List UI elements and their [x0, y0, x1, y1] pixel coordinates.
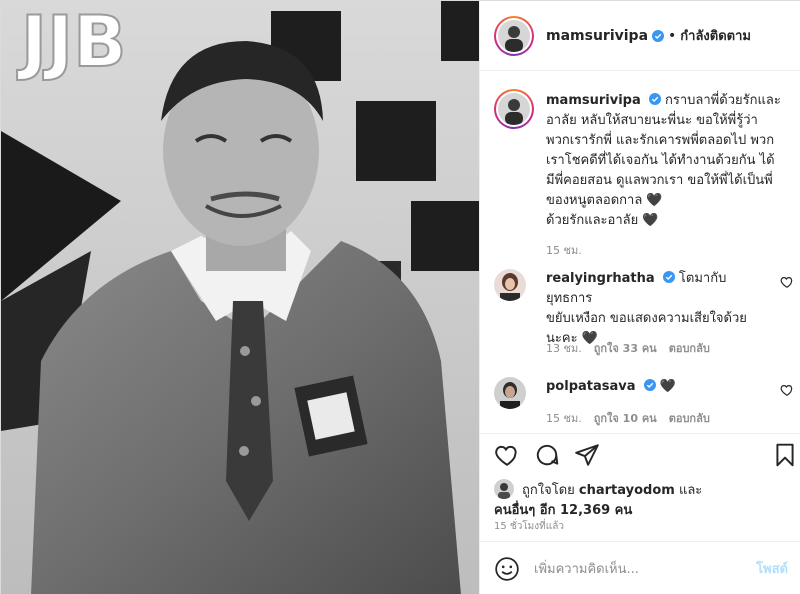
post-side-panel: mamsurivipa • กำลังติดตาม mamsurivipa กร… [479, 1, 800, 594]
likes-summary: ถูกใจโดย chartayodom และ คนอื่นๆ อีก 12,… [494, 477, 794, 520]
emoji-icon[interactable] [494, 556, 520, 582]
commenter-avatar[interactable] [494, 269, 526, 301]
comment-meta: 15 ชม. ถูกใจ 10 คน ตอบกลับ [546, 409, 710, 427]
comment-time: 13 ชม. [546, 342, 582, 355]
post-actions-bar [480, 433, 800, 477]
caption-text: mamsurivipa กราบลาพี่ด้วยรักและ อาลัย หล… [546, 91, 800, 261]
reply-button[interactable]: ตอบกลับ [669, 409, 710, 427]
bookmark-icon[interactable] [772, 442, 798, 468]
verified-badge-icon [652, 29, 665, 42]
comment-line: 🖤 [659, 379, 676, 394]
svg-text:JJB: JJB [17, 1, 126, 83]
comment-likes-count[interactable]: ถูกใจ 10 คน [594, 409, 657, 427]
comment-text: polpatasava 🖤 [546, 377, 772, 397]
caption-line: มีพี่คอยสอน ดูแลพวกเรา ขอให้พี่ได้เป็นพี… [546, 173, 773, 188]
caption-line: กราบลาพี่ด้วยรักและ [665, 93, 781, 108]
likes-others[interactable]: คนอื่นๆ อีก 12,369 คน [494, 499, 632, 520]
likes-line: ถูกใจโดย chartayodom และ [522, 479, 702, 500]
post-photo[interactable]: JJB [1, 1, 479, 594]
caption-username[interactable]: mamsurivipa [546, 93, 641, 108]
post-timestamp: 15 ชั่วโมงที่แล้ว [494, 521, 564, 532]
post-photo-illustration: JJB [1, 1, 479, 594]
add-comment-bar: เพิ่มความคิดเห็น... โพสต์ [480, 541, 800, 594]
share-icon[interactable] [574, 442, 600, 468]
liker-username[interactable]: chartayodom [579, 483, 675, 498]
post-comment-button[interactable]: โพสต์ [756, 558, 788, 579]
verified-badge-icon [662, 271, 675, 283]
comment-like-heart-icon[interactable] [780, 383, 794, 397]
caption-avatar[interactable] [494, 89, 534, 129]
verified-badge-icon [648, 93, 661, 105]
instagram-post-modal: JJB mamsurivipa • กำลังติดตาม mamsurivip… [0, 0, 800, 594]
caption-line: ของหนูตลอดกาล 🖤 [546, 193, 663, 208]
comment-icon[interactable] [534, 442, 560, 468]
caption-line: อาลัย หลับให้สบายนะพี่นะ ขอให้พี่รู้ว่า [546, 113, 758, 128]
comment-meta: 13 ชม. ถูกใจ 33 คน ตอบกลับ [546, 339, 710, 357]
liker-avatar[interactable] [494, 479, 514, 499]
comment-text: realyingrhatha โตมากับ ยุทธการ ขยับเหงือ… [546, 269, 772, 349]
comment-time: 15 ชม. [546, 412, 582, 425]
caption-time: 15 ชม. [546, 244, 582, 257]
comments-scroll-area[interactable]: mamsurivipa กราบลาพี่ด้วยรักและ อาลัย หล… [480, 73, 800, 433]
comment-line: ขยับเหงือก ขอแสดงความเสียใจด้วย [546, 311, 747, 326]
caption-avatar-image [498, 93, 530, 125]
header-separator: • [668, 27, 677, 44]
likes-and: และ [678, 483, 703, 498]
comment-input[interactable]: เพิ่มความคิดเห็น... [534, 558, 756, 579]
verified-badge-icon [643, 379, 656, 391]
commenter-username[interactable]: polpatasava [546, 379, 636, 394]
comment-like-heart-icon[interactable] [780, 275, 794, 289]
caption-line: พวกเรารักพี่ และรักเคารพพี่ตลอดไป พวก [546, 133, 775, 148]
likes-others-count[interactable]: คนอื่นๆ อีก 12,369 คน [494, 503, 632, 518]
reply-button[interactable]: ตอบกลับ [669, 339, 710, 357]
post-header: mamsurivipa • กำลังติดตาม [480, 1, 800, 71]
commenter-avatar[interactable] [494, 377, 526, 409]
caption-line: เราโชคดีที่ได้เจอกัน ได้ทำงานด้วยกัน ได้ [546, 153, 775, 168]
follow-status-button[interactable]: กำลังติดตาม [680, 25, 751, 46]
user-avatar-image [498, 19, 530, 52]
caption-line: ด้วยรักและอาลัย 🖤 [546, 213, 659, 228]
heart-icon[interactable] [494, 442, 520, 468]
header-username[interactable]: mamsurivipa [546, 28, 648, 44]
likes-prefix: ถูกใจโดย [522, 483, 575, 498]
commenter-username[interactable]: realyingrhatha [546, 271, 655, 286]
header-avatar[interactable] [494, 15, 534, 56]
comment-likes-count[interactable]: ถูกใจ 33 คน [594, 339, 657, 357]
